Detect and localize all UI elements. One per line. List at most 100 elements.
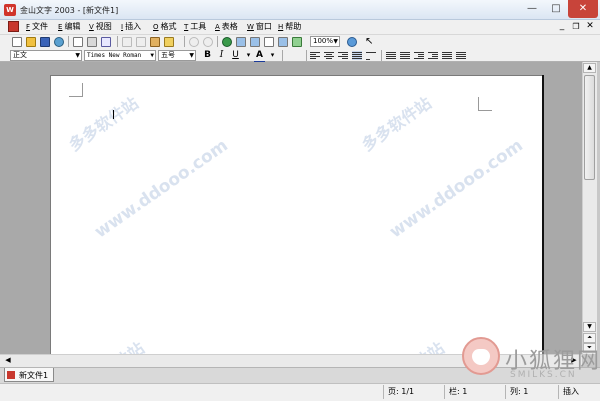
- toolbar-separator: [68, 36, 69, 47]
- document-minimize-button[interactable]: _: [556, 21, 568, 32]
- minimize-button[interactable]: —: [520, 0, 544, 18]
- toolbar-separator: [217, 36, 218, 47]
- paragraph-spacing-icon[interactable]: [456, 51, 466, 60]
- drawing-icon[interactable]: [292, 37, 302, 47]
- insert-table-icon[interactable]: [236, 37, 246, 47]
- chevron-down-icon: ▼: [333, 38, 338, 45]
- document-close-button[interactable]: ✕: [584, 21, 596, 32]
- line-spacing-icon[interactable]: [442, 51, 452, 60]
- menu-hotkey: I: [121, 23, 124, 31]
- chevron-down-icon: ▼: [75, 52, 80, 59]
- watermark: 多多软件站: [358, 93, 435, 155]
- email-icon[interactable]: [54, 37, 64, 47]
- toolbar-separator: [117, 36, 118, 47]
- watermark: www.ddooo.com: [91, 135, 232, 243]
- align-right-icon[interactable]: [338, 51, 348, 60]
- pointer-icon[interactable]: ↖: [365, 37, 375, 47]
- distributed-align-icon[interactable]: [366, 51, 376, 67]
- font-size-select[interactable]: 五号 ▼: [158, 50, 196, 61]
- menu-help[interactable]: H 帮助: [278, 21, 301, 33]
- document-page[interactable]: 多多软件站 www.ddooo.com 多多软件站 www.ddooo.com …: [50, 75, 542, 400]
- menu-insert[interactable]: I 插入: [121, 21, 141, 33]
- save-icon[interactable]: [40, 37, 50, 47]
- app-icon[interactable]: W: [4, 4, 16, 16]
- justify-icon[interactable]: [352, 51, 362, 60]
- menu-label: 编辑: [64, 22, 81, 31]
- align-left-icon[interactable]: [310, 51, 320, 60]
- menu-file[interactable]: F 文件: [26, 21, 48, 33]
- menu-view[interactable]: V 视图: [89, 21, 112, 33]
- insert-frame-icon[interactable]: [250, 37, 260, 47]
- menu-label: 格式: [160, 22, 177, 31]
- menu-hotkey: A: [215, 23, 220, 31]
- zoom-select[interactable]: 100% ▼: [310, 36, 340, 47]
- vertical-scroll-thumb[interactable]: [584, 75, 595, 180]
- menu-format[interactable]: O 格式: [153, 21, 177, 33]
- scroll-down-icon[interactable]: ▼: [583, 322, 596, 332]
- italic-button[interactable]: I: [216, 50, 227, 61]
- menu-label: 帮助: [285, 22, 302, 31]
- margin-corner-mark: [478, 97, 492, 111]
- status-page: 页: 1/1: [383, 385, 443, 399]
- toolbar-separator: [184, 36, 185, 47]
- paste-icon[interactable]: [150, 37, 160, 47]
- increase-indent-icon[interactable]: [428, 51, 438, 60]
- undo-icon[interactable]: [189, 37, 199, 47]
- decrease-indent-icon[interactable]: [414, 51, 424, 60]
- menu-hotkey: E: [58, 23, 63, 31]
- underline-button[interactable]: U: [230, 50, 241, 61]
- document-restore-button[interactable]: ❐: [570, 21, 582, 32]
- scroll-up-icon[interactable]: ▲: [583, 63, 596, 73]
- close-button[interactable]: ✕: [568, 0, 598, 18]
- hyperlink-icon[interactable]: [222, 37, 232, 47]
- print-icon[interactable]: [87, 37, 97, 47]
- redo-icon[interactable]: [203, 37, 213, 47]
- menu-edit[interactable]: E 编辑: [58, 21, 80, 33]
- menu-hotkey: O: [153, 23, 159, 31]
- toolbar-separator: [381, 50, 382, 61]
- open-folder-icon[interactable]: [26, 37, 36, 47]
- menu-table[interactable]: A 表格: [215, 21, 238, 33]
- chevron-down-icon: ▼: [189, 52, 194, 59]
- help-icon[interactable]: [347, 37, 357, 47]
- scroll-left-icon[interactable]: ◀: [2, 355, 14, 366]
- menu-hotkey: V: [89, 23, 94, 31]
- style-select[interactable]: 正文 ▼: [10, 50, 82, 61]
- numbered-list-icon[interactable]: [400, 51, 410, 60]
- menu-hotkey: H: [278, 23, 284, 31]
- bold-button[interactable]: B: [202, 50, 213, 61]
- document-icon[interactable]: [8, 21, 19, 32]
- font-value: Times New Roman: [87, 52, 142, 59]
- chevron-down-icon[interactable]: ▾: [243, 50, 254, 61]
- bullet-list-icon[interactable]: [386, 51, 396, 60]
- print-preview-icon[interactable]: [73, 37, 83, 47]
- watermark: www.ddooo.com: [386, 135, 527, 243]
- toolbar-separator: [282, 50, 283, 61]
- cut-icon[interactable]: [122, 37, 132, 47]
- window-title: 金山文字 2003 - [新文件1]: [20, 6, 119, 15]
- maximize-button[interactable]: □: [544, 0, 568, 18]
- menu-window[interactable]: W 窗口: [247, 21, 272, 33]
- chevron-down-icon[interactable]: ▾: [267, 50, 278, 61]
- menu-hotkey: F: [26, 23, 31, 31]
- status-row: 栏: 1: [444, 385, 498, 399]
- font-select[interactable]: Times New Roman ▼: [84, 50, 156, 61]
- new-doc-icon[interactable]: [12, 37, 22, 47]
- status-insert-mode[interactable]: 插入: [558, 385, 598, 399]
- menu-tools[interactable]: T 工具: [184, 21, 206, 33]
- tab-label: 新文件1: [19, 371, 49, 380]
- logo-subtext: SMILKS.CN: [510, 370, 577, 380]
- menu-label: 工具: [190, 22, 207, 31]
- copy-icon[interactable]: [136, 37, 146, 47]
- menu-label: 窗口: [255, 22, 272, 31]
- style-value: 正文: [13, 51, 27, 59]
- format-painter-icon[interactable]: [164, 37, 174, 47]
- spellcheck-icon[interactable]: [101, 37, 111, 47]
- insert-picture-icon[interactable]: [278, 37, 288, 47]
- menu-label: 表格: [221, 22, 238, 31]
- columns-icon[interactable]: [264, 37, 274, 47]
- align-center-icon[interactable]: [324, 51, 334, 60]
- zoom-value: 100%: [313, 37, 334, 45]
- status-column: 列: 1: [505, 385, 555, 399]
- previous-page-icon[interactable]: ⏶: [583, 333, 596, 343]
